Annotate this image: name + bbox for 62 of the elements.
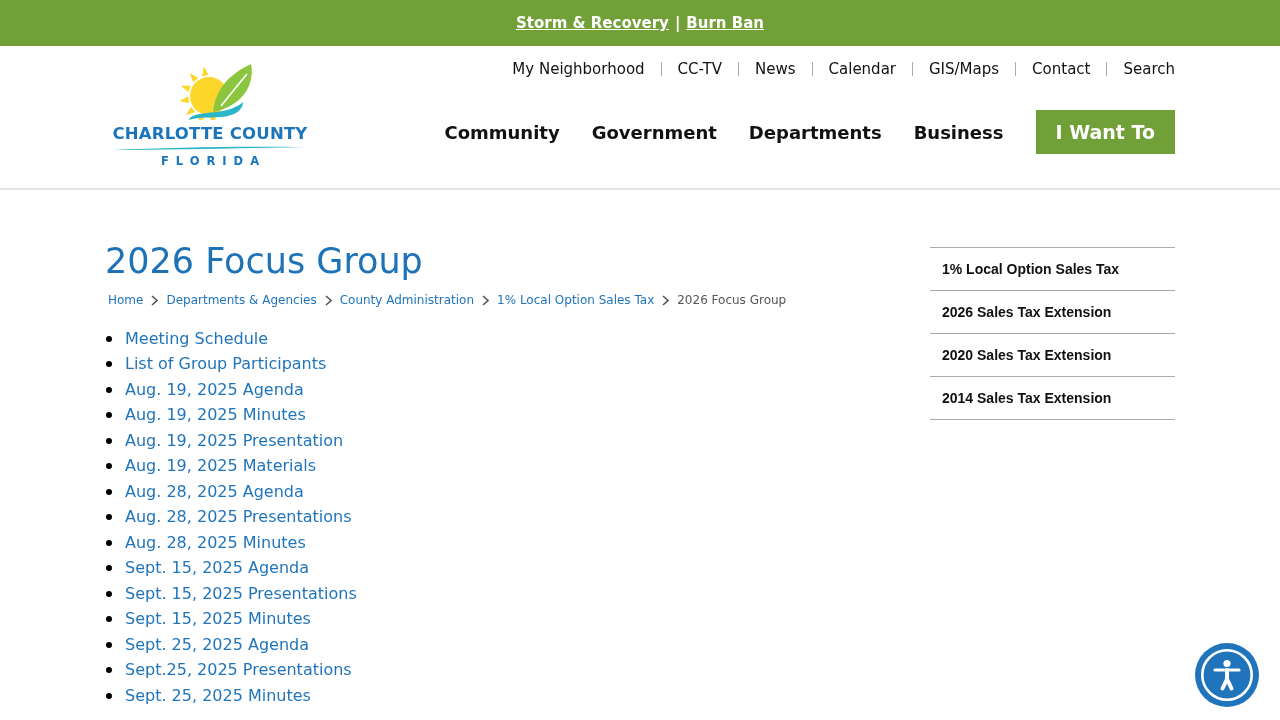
page-title: 2026 Focus Group <box>105 240 423 283</box>
breadcrumb-link[interactable]: County Administration <box>339 290 475 310</box>
utility-link[interactable]: Calendar <box>828 58 896 80</box>
accessibility-icon <box>1201 649 1253 701</box>
bullet-icon <box>106 667 112 674</box>
logo-state: FLORIDA <box>159 154 267 168</box>
bullet-icon <box>106 437 112 444</box>
bullet-icon <box>106 412 112 419</box>
chevron-right-icon <box>324 294 332 306</box>
bullet-icon <box>106 692 112 699</box>
chevron-right-icon <box>662 294 670 306</box>
document-link[interactable]: Aug. 19, 2025 Materials <box>125 455 317 478</box>
bullet-icon <box>106 335 112 342</box>
utility-link[interactable]: GIS/Maps <box>929 58 1000 80</box>
i-want-to-button[interactable]: I Want To <box>1035 110 1175 154</box>
main-nav-link[interactable]: Government <box>591 121 717 143</box>
bullet-icon <box>106 590 112 597</box>
bullet-icon <box>106 361 112 368</box>
document-link[interactable]: Sept. 15, 2025 Minutes <box>125 608 311 631</box>
utility-link[interactable]: CC-TV <box>677 58 722 80</box>
breadcrumb-link[interactable]: Departments & Agencies <box>166 290 317 310</box>
utility-link[interactable]: News <box>755 58 796 80</box>
document-link[interactable]: Aug. 28, 2025 Presentations <box>125 506 352 529</box>
document-link[interactable]: Sept. 25, 2025 Agenda <box>125 633 309 656</box>
bullet-icon <box>106 641 112 648</box>
alert-link[interactable]: Storm & Recovery <box>516 14 669 32</box>
document-link[interactable]: Aug. 28, 2025 Minutes <box>125 531 306 554</box>
document-link[interactable]: Aug. 19, 2025 Presentation <box>125 429 344 452</box>
utility-link[interactable]: Search <box>1123 58 1175 80</box>
document-link[interactable]: Sept. 15, 2025 Agenda <box>125 557 309 580</box>
bullet-icon <box>106 463 112 470</box>
main-nav-link[interactable]: Business <box>913 121 1004 143</box>
document-link[interactable]: Sept. 25, 2025 Minutes <box>125 684 311 707</box>
bullet-icon <box>106 616 112 623</box>
main-nav-link[interactable]: Community <box>444 121 560 143</box>
breadcrumb-link[interactable]: 1% Local Option Sales Tax <box>497 290 655 310</box>
bullet-icon <box>106 539 112 546</box>
document-link[interactable]: Sept. 15, 2025 Presentations <box>125 582 357 605</box>
document-link[interactable]: List of Group Participants <box>125 353 327 376</box>
bullet-icon <box>106 565 112 572</box>
utility-link[interactable]: Contact <box>1032 58 1091 80</box>
breadcrumb-link[interactable]: Home <box>108 290 144 310</box>
alert-link[interactable]: Burn Ban <box>686 14 764 32</box>
chevron-right-icon <box>482 294 490 306</box>
sidebar-link[interactable]: 1% Local Option Sales Tax <box>930 248 1175 291</box>
document-link[interactable]: Aug. 19, 2025 Minutes <box>125 404 306 427</box>
bullet-icon <box>106 386 112 393</box>
document-link[interactable]: Sept.25, 2025 Presentations <box>125 659 352 682</box>
logo-name: CHARLOTTE COUNTY <box>112 123 308 145</box>
sidebar-link[interactable]: 2014 Sales Tax Extension <box>930 377 1175 420</box>
document-link[interactable]: Aug. 19, 2025 Agenda <box>125 378 304 401</box>
main-nav-link[interactable]: Departments <box>748 121 882 143</box>
breadcrumb-current: 2026 Focus Group <box>677 292 787 309</box>
document-link[interactable]: Meeting Schedule <box>125 327 269 350</box>
sidebar-link[interactable]: 2020 Sales Tax Extension <box>930 334 1175 377</box>
bullet-icon <box>106 488 112 495</box>
sidebar-link[interactable]: 2026 Sales Tax Extension <box>930 291 1175 334</box>
separator-text: | <box>674 14 681 32</box>
bullet-icon <box>106 514 112 521</box>
chevron-right-icon <box>151 294 159 306</box>
utility-link[interactable]: My Neighborhood <box>512 58 645 80</box>
document-link[interactable]: Aug. 28, 2025 Agenda <box>125 480 304 503</box>
